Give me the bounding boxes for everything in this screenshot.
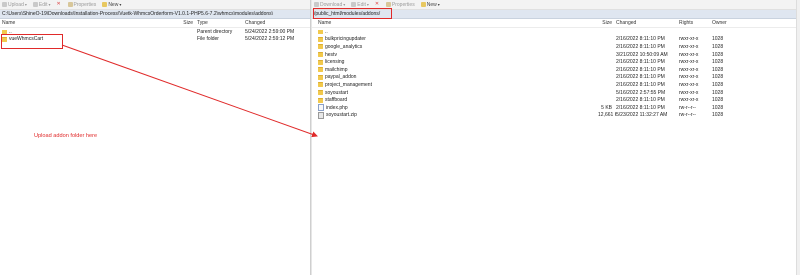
list-item[interactable]: hestv 3/21/2022 10:50:09 AM rwxr-xr-x 1028 bbox=[312, 51, 800, 59]
edit-button[interactable]: Edit ▾ bbox=[351, 2, 369, 8]
chevron-down-icon: ▾ bbox=[343, 2, 346, 7]
local-column-header: Name Size Type Changed bbox=[0, 19, 311, 28]
remote-file-list: .. bulkpricingupdater 2/16/2022 8:11:10 P… bbox=[312, 28, 800, 119]
list-item[interactable]: mailchimp 2/16/2022 8:11:10 PM rwxr-xr-x 10… bbox=[312, 66, 800, 74]
upload-note: Upload addon folder here bbox=[34, 133, 98, 139]
zip-file-icon bbox=[318, 111, 324, 119]
delete-button[interactable]: ✕ bbox=[375, 2, 380, 7]
folder-icon bbox=[318, 74, 323, 80]
column-changed[interactable]: Changed bbox=[616, 20, 679, 26]
chevron-down-icon: ▾ bbox=[24, 2, 27, 7]
new-icon bbox=[420, 2, 426, 7]
column-rights[interactable]: Rights bbox=[679, 20, 712, 26]
delete-icon: ✕ bbox=[56, 1, 61, 7]
remote-column-header: Name Size Changed Rights Owner bbox=[312, 19, 800, 28]
edit-button[interactable]: Edit ▾ bbox=[32, 2, 51, 8]
list-item[interactable]: soyoustart 5/16/2022 2:57:55 PM rwxr-xr-x 1… bbox=[312, 89, 800, 97]
local-path-bar[interactable]: C:\Users\ShineO-19\Downloads\Installatio… bbox=[0, 10, 311, 19]
column-name[interactable]: Name bbox=[0, 20, 177, 26]
folder-icon bbox=[318, 67, 323, 73]
properties-icon bbox=[67, 2, 73, 7]
parent-folder-icon bbox=[318, 29, 323, 34]
column-size[interactable]: Size bbox=[598, 20, 616, 26]
list-item[interactable]: project_management 2/16/2022 8:11:10 PM rw… bbox=[312, 81, 800, 89]
list-item[interactable]: google_analytics 2/16/2022 8:11:10 PM rwxr… bbox=[312, 43, 800, 51]
column-type[interactable]: Type bbox=[197, 20, 245, 26]
list-item[interactable]: .. bbox=[312, 28, 800, 36]
column-size[interactable]: Size bbox=[177, 20, 197, 26]
new-icon bbox=[102, 2, 108, 7]
list-item[interactable]: paypal_addon 2/16/2022 8:11:10 PM rwxr-xr-… bbox=[312, 74, 800, 82]
download-icon bbox=[314, 2, 319, 7]
chevron-down-icon: ▾ bbox=[48, 2, 51, 7]
chevron-down-icon: ▾ bbox=[437, 2, 440, 7]
chevron-down-icon: ▾ bbox=[366, 2, 369, 7]
list-item[interactable]: licensing 2/16/2022 8:11:10 PM rwxr-xr-x 10… bbox=[312, 58, 800, 66]
edit-icon bbox=[351, 2, 357, 7]
remote-pane: Download ▾ Edit ▾ ✕ Properties New ▾ /publi… bbox=[312, 0, 800, 275]
properties-icon bbox=[385, 2, 391, 7]
folder-icon bbox=[318, 82, 323, 88]
download-button[interactable]: Download ▾ bbox=[314, 2, 345, 8]
list-item[interactable]: index.php 5 KB 2/16/2022 8:11:10 PM rw-r--r… bbox=[312, 104, 800, 112]
folder-highlight bbox=[1, 34, 63, 49]
delete-icon: ✕ bbox=[374, 1, 380, 7]
folder-icon bbox=[318, 52, 323, 58]
properties-button[interactable]: Properties bbox=[385, 2, 415, 8]
edit-icon bbox=[32, 2, 38, 7]
column-changed[interactable]: Changed bbox=[245, 20, 305, 26]
remote-path-highlight bbox=[313, 8, 392, 19]
folder-icon bbox=[318, 90, 323, 96]
folder-icon bbox=[318, 44, 323, 50]
chevron-down-icon: ▾ bbox=[119, 2, 122, 7]
delete-button[interactable]: ✕ bbox=[57, 2, 62, 7]
folder-icon bbox=[318, 97, 323, 103]
new-button[interactable]: New ▾ bbox=[102, 2, 121, 8]
column-owner[interactable]: Owner bbox=[712, 20, 742, 26]
folder-icon bbox=[318, 36, 323, 42]
list-item[interactable]: staffboard 2/16/2022 8:11:10 PM rwxr-xr-x 1… bbox=[312, 96, 800, 104]
local-path: C:\Users\ShineO-19\Downloads\Installatio… bbox=[2, 11, 274, 17]
new-button[interactable]: New ▾ bbox=[420, 2, 440, 8]
php-file-icon bbox=[318, 104, 324, 112]
local-toolbar: Upload ▾ Edit ▾ ✕ Properties New ▾ bbox=[0, 0, 311, 10]
upload-button[interactable]: Upload ▾ bbox=[2, 2, 27, 8]
folder-icon bbox=[318, 59, 323, 65]
column-name[interactable]: Name bbox=[312, 20, 598, 26]
list-item[interactable]: bulkpricingupdater 2/16/2022 8:11:10 PM rw… bbox=[312, 36, 800, 44]
list-item[interactable]: soyoustart.zip12,661 KB5/23/2022 11:32:2… bbox=[312, 111, 800, 120]
properties-button[interactable]: Properties bbox=[67, 2, 96, 8]
upload-icon bbox=[2, 2, 7, 7]
vertical-scrollbar[interactable] bbox=[796, 0, 800, 275]
